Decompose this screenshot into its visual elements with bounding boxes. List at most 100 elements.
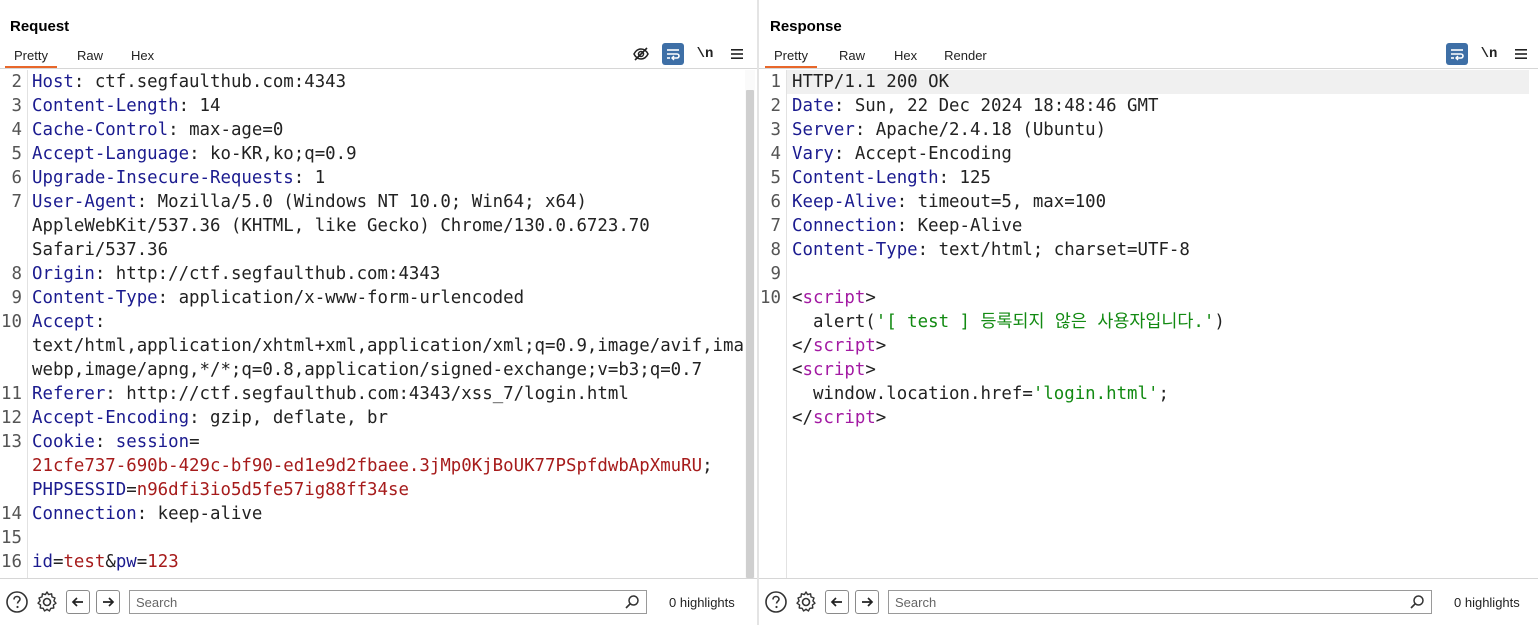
code-line: Safari/537.36 xyxy=(32,238,168,262)
next-match-button[interactable] xyxy=(96,590,120,614)
code-token: </ xyxy=(792,408,813,428)
code-token: pw xyxy=(115,552,137,572)
line-number: 1 xyxy=(770,72,781,92)
code-line: Upgrade-Insecure-Requests: 1 xyxy=(32,166,325,190)
code-token: = xyxy=(52,552,64,572)
request-toolbar: \n xyxy=(620,43,748,65)
line-number: 3 xyxy=(770,120,781,140)
response-footer: 0 highlights xyxy=(759,578,1538,625)
line-number: 15 xyxy=(1,528,22,548)
arrow-left-icon xyxy=(71,597,83,607)
line-number: 11 xyxy=(1,384,22,404)
response-gutter-line xyxy=(786,70,787,578)
previous-match-button[interactable] xyxy=(66,590,90,614)
line-number: 8 xyxy=(770,240,781,260)
code-line: Content-Type: application/x-www-form-url… xyxy=(32,286,524,310)
eye-off-icon xyxy=(633,47,649,61)
code-line: <script> xyxy=(792,286,876,310)
code-token: PHPSESSID xyxy=(32,480,127,500)
line-number: 7 xyxy=(11,192,22,212)
code-token: 123 xyxy=(147,552,179,572)
request-pane: Request Pretty Raw Hex \n 2Host: ctf.seg… xyxy=(0,0,757,625)
code-token: & xyxy=(105,552,116,572)
code-token: Cache-Control xyxy=(32,120,169,140)
show-newlines-button[interactable]: \n xyxy=(694,43,716,65)
settings-button[interactable] xyxy=(793,589,819,615)
line-number: 5 xyxy=(11,144,22,164)
response-tab-pretty[interactable]: Pretty xyxy=(765,44,817,68)
wrap-lines-button[interactable] xyxy=(662,43,684,65)
code-token: : 14 xyxy=(178,96,221,116)
code-token: < xyxy=(792,288,803,308)
request-tabs: Pretty Raw Hex xyxy=(5,44,154,68)
help-button[interactable] xyxy=(763,589,789,615)
wrap-lines-button[interactable] xyxy=(1446,43,1468,65)
code-token: ; xyxy=(1158,384,1169,404)
previous-match-button[interactable] xyxy=(825,590,849,614)
request-search-input[interactable] xyxy=(130,592,616,612)
line-number: 5 xyxy=(770,168,781,188)
code-token: : Accept-Encoding xyxy=(833,144,1012,164)
menu-icon xyxy=(731,49,743,59)
line-number: 2 xyxy=(11,72,22,92)
line-number: 10 xyxy=(760,288,781,308)
settings-button[interactable] xyxy=(34,589,60,615)
line-number: 8 xyxy=(11,264,22,284)
code-token: Content-Length xyxy=(792,168,939,188)
code-token: > xyxy=(865,360,876,380)
response-menu-button[interactable] xyxy=(1510,43,1532,65)
code-line: alert('[ test ] 등록되지 않은 사용자입니다.') xyxy=(792,310,1225,334)
code-line: Vary: Accept-Encoding xyxy=(792,142,1012,166)
code-token: alert( xyxy=(792,312,876,332)
response-tab-raw[interactable]: Raw xyxy=(839,44,865,68)
response-editor[interactable]: 1 HTTP/1.1 200 OK 2 Date: Sun, 22 Dec 2024 … xyxy=(759,70,1538,578)
code-token: Content-Type xyxy=(32,288,158,308)
code-token: : Sun, 22 Dec 2024 18:48:46 GMT xyxy=(833,96,1159,116)
code-token: : keep-alive xyxy=(136,504,263,524)
code-token: n96dfi3io5d5fe57ig88ff34se xyxy=(136,480,409,500)
search-icon[interactable] xyxy=(624,594,640,610)
line-number: 13 xyxy=(1,432,22,452)
code-token: script xyxy=(802,360,866,380)
code-line: HTTP/1.1 200 OK xyxy=(792,70,949,94)
line-number: 12 xyxy=(1,408,22,428)
code-token: Content-Length xyxy=(32,96,179,116)
request-title: Request xyxy=(10,18,70,35)
code-token: ; xyxy=(702,456,713,476)
request-editor[interactable]: 2 Host: ctf.segfaulthub.com:4343 3 Content-… xyxy=(0,70,745,578)
response-tab-render[interactable]: Render xyxy=(944,44,987,68)
code-token: : ctf.segfaulthub.com:4343 xyxy=(73,72,347,92)
code-line: User-Agent: Mozilla/5.0 (Windows NT 10.0… xyxy=(32,190,587,214)
search-icon[interactable] xyxy=(1409,594,1425,610)
tab-divider xyxy=(759,68,1538,69)
code-token: Cookie xyxy=(32,432,95,452)
show-newlines-button[interactable]: \n xyxy=(1478,43,1500,65)
code-token: Referer xyxy=(32,384,106,404)
code-token: : ko-KR,ko;q=0.9 xyxy=(189,144,357,164)
code-token: </ xyxy=(792,336,813,356)
code-token: : xyxy=(94,432,116,452)
response-tab-hex[interactable]: Hex xyxy=(894,44,917,68)
code-token: : timeout=5, max=100 xyxy=(896,192,1107,212)
help-button[interactable] xyxy=(4,589,30,615)
request-scrollbar[interactable] xyxy=(745,70,755,578)
code-token: window.location.href= xyxy=(792,384,1033,404)
code-line: <script> xyxy=(792,358,876,382)
response-search-input[interactable] xyxy=(889,592,1401,612)
code-token: script xyxy=(812,336,876,356)
request-tab-hex[interactable]: Hex xyxy=(131,44,154,68)
hide-nonprintable-button[interactable] xyxy=(630,43,652,65)
request-scroll-thumb[interactable] xyxy=(746,90,754,578)
code-line: Keep-Alive: timeout=5, max=100 xyxy=(792,190,1106,214)
code-token: Accept-Language xyxy=(32,144,190,164)
code-token: Host xyxy=(32,72,74,92)
request-tab-raw[interactable]: Raw xyxy=(77,44,103,68)
code-token: text/html,application/xhtml+xml,applicat… xyxy=(32,336,745,356)
response-toolbar: \n xyxy=(1436,43,1532,65)
code-token: : http://ctf.segfaulthub.com:4343 xyxy=(94,264,441,284)
request-menu-button[interactable] xyxy=(726,43,748,65)
request-tab-pretty[interactable]: Pretty xyxy=(5,44,57,68)
code-line: Referer: http://ctf.segfaulthub.com:4343… xyxy=(32,382,629,406)
code-line: id=test&pw=123 xyxy=(32,550,179,574)
next-match-button[interactable] xyxy=(855,590,879,614)
